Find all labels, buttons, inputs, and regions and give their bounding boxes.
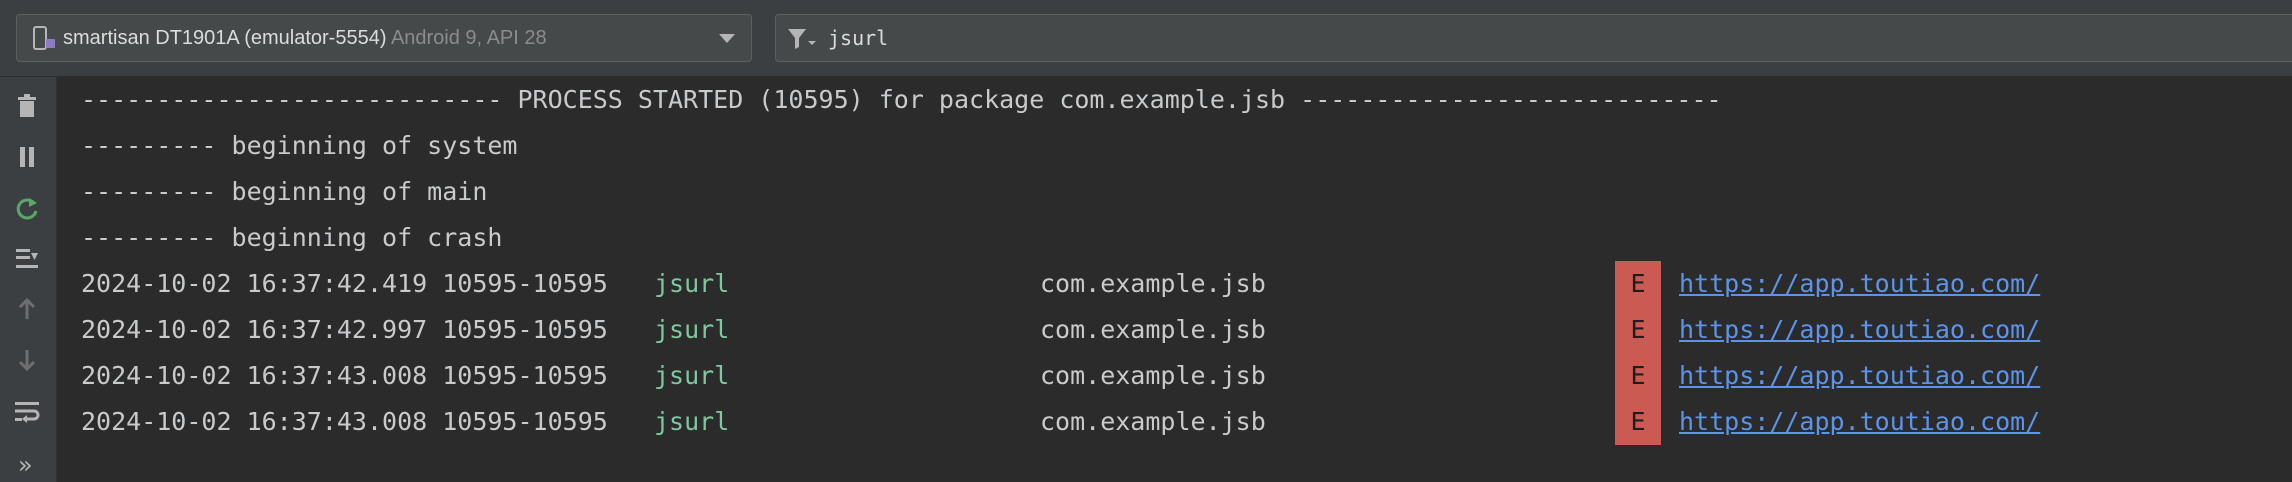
log-level-badge: E <box>1615 307 1661 353</box>
logcat-toolbar: smartisan DT1901A (emulator-5554) Androi… <box>0 0 2292 77</box>
clear-logcat-trash-icon[interactable] <box>12 91 42 121</box>
filter-icon[interactable] <box>786 27 816 51</box>
restart-icon[interactable] <box>12 194 42 224</box>
log-tag: jsurl <box>654 269 730 298</box>
side-toolbar: » <box>0 77 57 482</box>
device-phone-icon <box>33 26 55 50</box>
log-entry-row: 2024-10-02 16:37:42.997 10595-10595 jsur… <box>57 307 2292 353</box>
filter-input[interactable] <box>828 15 2228 61</box>
log-tag: jsurl <box>654 407 730 436</box>
log-entry-row: 2024-10-02 16:37:43.008 10595-10595 jsur… <box>57 353 2292 399</box>
log-message-link[interactable]: https://app.toutiao.com/ <box>1679 353 2040 399</box>
log-message-link[interactable]: https://app.toutiao.com/ <box>1679 261 2040 307</box>
log-tag: jsurl <box>654 315 730 344</box>
log-level-badge: E <box>1615 399 1661 445</box>
log-tag: jsurl <box>654 361 730 390</box>
log-package: com.example.jsb <box>1040 361 1266 390</box>
log-timestamp: 2024-10-02 16:37:43.008 10595-10595 <box>81 407 608 436</box>
process-started-line: ---------------------------- PROCESS STA… <box>81 85 1722 114</box>
log-level-badge: E <box>1615 261 1661 307</box>
device-api: Android 9, API 28 <box>390 27 547 49</box>
log-timestamp: 2024-10-02 16:37:42.419 10595-10595 <box>81 269 608 298</box>
pause-icon[interactable] <box>12 142 42 172</box>
log-header-line: --------- beginning of main <box>81 177 488 206</box>
log-message-link[interactable]: https://app.toutiao.com/ <box>1679 307 2040 353</box>
log-entry-row: 2024-10-02 16:37:42.419 10595-10595 jsur… <box>57 261 2292 307</box>
arrow-down-icon[interactable] <box>12 345 42 375</box>
logcat-filter[interactable] <box>775 14 2292 62</box>
log-level-badge: E <box>1615 353 1661 399</box>
log-header-line: --------- beginning of crash <box>81 223 503 252</box>
log-package: com.example.jsb <box>1040 269 1266 298</box>
more-tools-chevron-icon[interactable]: » <box>18 453 33 477</box>
device-selector[interactable]: smartisan DT1901A (emulator-5554) Androi… <box>16 14 752 62</box>
scroll-to-end-icon[interactable] <box>12 243 42 273</box>
device-name: smartisan DT1901A (emulator-5554) <box>63 27 387 49</box>
log-header-line: --------- beginning of system <box>81 131 518 160</box>
arrow-up-icon[interactable] <box>12 294 42 324</box>
chevron-down-icon[interactable] <box>719 34 735 43</box>
soft-wrap-icon[interactable] <box>12 396 42 426</box>
log-timestamp: 2024-10-02 16:37:42.997 10595-10595 <box>81 315 608 344</box>
log-package: com.example.jsb <box>1040 315 1266 344</box>
log-timestamp: 2024-10-02 16:37:43.008 10595-10595 <box>81 361 608 390</box>
device-label: smartisan DT1901A (emulator-5554) Androi… <box>63 15 547 61</box>
log-package: com.example.jsb <box>1040 407 1266 436</box>
log-entry-row: 2024-10-02 16:37:43.008 10595-10595 jsur… <box>57 399 2292 445</box>
logcat-output[interactable]: ---------------------------- PROCESS STA… <box>57 77 2292 482</box>
log-message-link[interactable]: https://app.toutiao.com/ <box>1679 399 2040 445</box>
